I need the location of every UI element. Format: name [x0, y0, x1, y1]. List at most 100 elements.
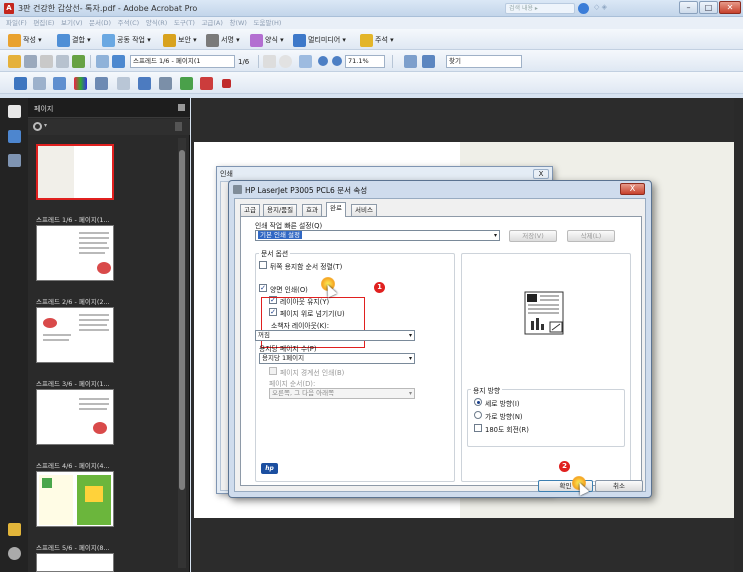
page-thumbnail[interactable] [36, 225, 114, 281]
insert-pages-icon[interactable] [53, 77, 66, 90]
page-count: 1/6 [238, 58, 250, 66]
toolbar-separator [90, 55, 91, 68]
hand-tool-icon[interactable] [279, 55, 292, 68]
calculator-icon[interactable] [117, 77, 130, 90]
tasks-toolbar: 작성 ▾ 결합 ▾ 공동 작업 ▾ 보안 ▾ 서명 ▾ 양식 ▾ 멀티미디어 ▾… [0, 29, 743, 50]
fit-width-icon[interactable] [404, 55, 417, 68]
acrobat-app-icon: A [4, 3, 14, 14]
open-icon[interactable] [8, 55, 21, 68]
tab-services[interactable]: 서비스 [351, 204, 377, 216]
secure-button[interactable]: 보안 ▾ [163, 33, 197, 47]
collaborate-button[interactable]: 공동 작업 ▾ [102, 33, 151, 47]
bookmarks-icon[interactable] [8, 130, 21, 143]
save-quickset-button[interactable]: 저장(V) [509, 230, 557, 242]
forms-button[interactable]: 양식 ▾ [250, 33, 284, 47]
chevron-down-icon[interactable]: ▾ [44, 122, 47, 129]
rotate-180-checkbox[interactable] [474, 424, 482, 432]
panel-collapse-button[interactable] [178, 104, 185, 111]
convert-icon[interactable] [200, 77, 213, 90]
tab-advanced[interactable]: 고급 [240, 204, 260, 216]
trash-icon[interactable] [175, 122, 182, 131]
email-icon[interactable] [56, 55, 69, 68]
crop-icon[interactable] [14, 77, 27, 90]
menu-edit[interactable]: 편집(E) [31, 17, 56, 29]
combine-button[interactable]: 결합 ▾ [57, 33, 91, 47]
collaborate-small-icon[interactable] [72, 55, 85, 68]
portrait-radio[interactable] [474, 398, 482, 406]
reverse-order-checkbox[interactable] [259, 261, 267, 269]
pages-panel-title: 페이지 [34, 105, 54, 113]
sign-button[interactable]: 서명 ▾ [206, 33, 240, 47]
title-search-box[interactable]: 검색 내용 ▸ [505, 3, 575, 14]
menu-help[interactable]: 도움말(H) [252, 17, 284, 29]
comments-icon[interactable] [8, 523, 21, 536]
pages-panel-tools: ▾ [28, 119, 190, 135]
page-thumbnail[interactable] [36, 307, 114, 363]
minimize-button[interactable]: – [679, 1, 698, 14]
help-icon[interactable] [578, 3, 589, 14]
title-bar: A 3판 건강한 갑상선- 톡자.pdf - Adobe Acrobat Pro… [0, 0, 743, 17]
delete-quickset-button[interactable]: 삭제(L) [567, 230, 615, 242]
page-order-select[interactable]: 오른쪽, 그 다음 아래쪽 ▾ [269, 388, 415, 399]
maximize-button[interactable]: □ [699, 1, 718, 14]
menu-comments[interactable]: 주석(C) [116, 17, 142, 29]
next-page-icon[interactable] [112, 55, 125, 68]
zoom-tool-icon[interactable] [299, 55, 312, 68]
export-icon[interactable] [180, 77, 193, 90]
page-borders-checkbox[interactable] [269, 367, 277, 375]
booklet-layout-select[interactable]: 꺼짐 ▾ [255, 330, 415, 341]
printer-icon [233, 185, 242, 194]
flask-icon[interactable] [95, 77, 108, 90]
quick-sets-select[interactable]: 기본 인쇄 설정 ▾ [255, 230, 500, 241]
signatures-icon[interactable] [8, 154, 21, 167]
navigation-toolbar: 스프레드 1/6 - 페이지(1 1/6 71.1% 찾기 [0, 50, 743, 72]
tab-effects[interactable]: 효과 [302, 204, 322, 216]
duplex-checkbox[interactable]: ✓ [259, 284, 267, 292]
zoom-out-icon[interactable] [318, 56, 328, 66]
menu-window[interactable]: 창(W) [227, 17, 248, 29]
acrobat-icon[interactable] [222, 79, 231, 88]
page-thumbnail[interactable] [36, 553, 114, 572]
multimedia-button[interactable]: 멀티미디어 ▾ [293, 33, 346, 47]
thumbnails-scrollbar[interactable] [178, 138, 186, 568]
pages-panel: 페이지 ▾ 스프레드 1/6 - 페이지(1... 스프레드 2/6 - 페이지… [28, 98, 190, 572]
edit-icon[interactable] [159, 77, 172, 90]
menu-advanced[interactable]: 고급(A) [199, 17, 224, 29]
pages-icon[interactable] [8, 105, 21, 118]
options-gear-icon[interactable] [33, 122, 42, 131]
print-dialog-close-button[interactable]: X [533, 169, 549, 179]
menu-document[interactable]: 문서(D) [87, 17, 113, 29]
sign-tool-icon[interactable] [138, 77, 151, 90]
tab-paper-quality[interactable]: 용지/품질 [263, 204, 298, 216]
fit-page-icon[interactable] [422, 55, 435, 68]
landscape-radio[interactable] [474, 411, 482, 419]
create-button[interactable]: 작성 ▾ [8, 33, 42, 47]
page-thumbnail[interactable] [36, 389, 114, 445]
zoom-in-icon[interactable] [332, 56, 342, 66]
comment-button[interactable]: 주석 ▾ [360, 33, 394, 47]
pages-per-sheet-select[interactable]: 용지당 1페이지 ▾ [259, 353, 415, 364]
properties-dialog-close-button[interactable]: X [620, 183, 645, 195]
menu-tools[interactable]: 도구(T) [172, 17, 197, 29]
print-icon[interactable] [40, 55, 53, 68]
page-number-field[interactable]: 스프레드 1/6 - 페이지(1 [130, 55, 235, 68]
attachments-icon[interactable] [8, 547, 21, 560]
duplex-label: 양면 인쇄(O) [270, 286, 308, 294]
menu-forms[interactable]: 양식(R) [144, 17, 170, 29]
tab-finishing[interactable]: 완료 [326, 202, 346, 217]
page-thumbnail[interactable] [36, 471, 114, 527]
select-tool-icon[interactable] [263, 55, 276, 68]
previous-page-icon[interactable] [96, 55, 109, 68]
zoom-level-field[interactable]: 71.1% [345, 55, 385, 68]
menu-view[interactable]: 보기(V) [59, 17, 84, 29]
page-thumbnail[interactable] [36, 144, 114, 200]
document-scrollbar[interactable] [734, 98, 743, 572]
save-icon[interactable] [24, 55, 37, 68]
window-close-button[interactable]: ✕ [719, 1, 741, 14]
menu-file[interactable]: 파일(F) [4, 17, 29, 29]
find-field[interactable]: 찾기 [446, 55, 522, 68]
scrollbar-thumb[interactable] [179, 150, 185, 490]
cancel-button[interactable]: 취소 [595, 480, 643, 492]
page-icon[interactable] [33, 77, 46, 90]
color-icon[interactable] [74, 77, 87, 90]
